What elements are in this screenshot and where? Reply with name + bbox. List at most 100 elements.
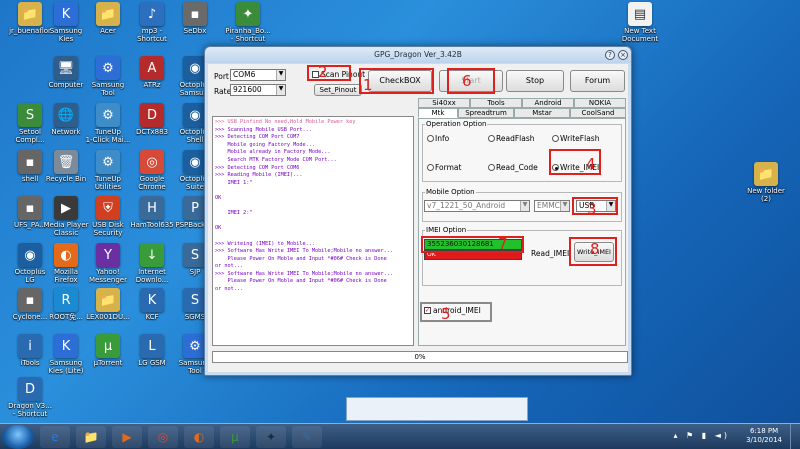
kies-icon: K [54, 2, 78, 26]
window-titlebar[interactable]: GPG_Dragon Ver_3.42B ? × [205, 47, 631, 63]
port-select[interactable]: COM6 ▼ [230, 69, 286, 81]
folder-icon: 📁 [96, 288, 120, 312]
text-document-icon: ▤ [628, 2, 652, 26]
radio-dot [488, 164, 495, 171]
dct-icon: D [140, 103, 164, 127]
forum-button[interactable]: Forum [570, 70, 625, 92]
log-line: >>> Detecting COM Port COM6 [215, 164, 300, 171]
tab-android[interactable]: Android [522, 98, 574, 108]
log-line: >>> USB Pinfind No need,Hold Mobile Powe… [215, 119, 356, 125]
stop-button[interactable]: Stop [506, 70, 564, 92]
computer-icon: 🖥 [54, 56, 78, 80]
annotation-number-6: 6 [462, 72, 472, 90]
radio-read-code[interactable]: Read_Code [488, 163, 538, 172]
mobile-model-select[interactable]: v7_1221_50_Android ▼ [424, 200, 530, 212]
window-title: GPG_Dragon Ver_3.42B [374, 50, 462, 59]
tab-mtk[interactable]: Mtk [418, 108, 458, 118]
close-icon[interactable]: × [618, 50, 628, 60]
log-line: >>> Scanning Mobile USB Port... [215, 126, 312, 133]
idm-icon: ↓ [140, 243, 164, 267]
taskbar-firefox-icon[interactable]: ◐ [184, 426, 214, 448]
annotation-number-7: 7 [498, 235, 508, 253]
set-pinout-button[interactable]: Set_Pinout [314, 84, 362, 96]
desktop-icon-label: New folder (2) [747, 187, 785, 203]
log-line: or not... [215, 263, 244, 270]
log-line: >>> Reading Mobile (IMEI)... [215, 172, 303, 179]
taskbar-paint-icon[interactable]: ✎ [292, 426, 322, 448]
port-label: Port [214, 72, 229, 81]
radio-info-label: Info [435, 134, 450, 143]
folder-icon: ▪ [183, 2, 207, 26]
log-line: >>> Writeing (IMEI) to Mobile... [215, 240, 315, 247]
usb-security-icon: ⛨ [96, 196, 120, 220]
radio-format-label: Format [435, 163, 462, 172]
radio-writeflash-label: WriteFlash [560, 134, 600, 143]
radio-readflash[interactable]: ReadFlash [488, 134, 535, 143]
tab-mstar[interactable]: Mstar [514, 108, 570, 118]
hamtool-icon: H [140, 196, 164, 220]
checkbox-button[interactable]: CheckBOX [368, 70, 432, 92]
taskbar-media-player-icon[interactable]: ▶ [112, 426, 142, 448]
tab-nokia[interactable]: NOKIA [574, 98, 626, 108]
radio-readflash-label: ReadFlash [496, 134, 535, 143]
scan-pinout-label: Scan Pinout [321, 70, 366, 79]
clock[interactable]: 6:18 PM 3/10/2014 [746, 427, 782, 445]
tab-spreadtrum[interactable]: Spreadtrum [458, 108, 514, 118]
yahoo-icon: Y [96, 243, 120, 267]
annotation-number-3: 3 [587, 200, 597, 218]
show-desktop-button[interactable] [790, 424, 800, 449]
radio-read-code-label: Read_Code [496, 163, 538, 172]
desktop-icon-dragon-icon[interactable]: D Dragon V3... - Shortcut [2, 377, 58, 418]
radio-dot [427, 135, 434, 142]
firefox-icon: ◐ [54, 243, 78, 267]
taskbar-explorer-icon[interactable]: 📁 [76, 426, 106, 448]
taskbar-ie-icon[interactable]: e [40, 426, 70, 448]
tray-icons[interactable]: ▴ ⚑ ▮ ◄) [674, 431, 731, 440]
android-imei-checkbox[interactable]: ✓ android_IMEI [424, 306, 481, 315]
desktop-icon-piranha-icon[interactable]: ✦ Piranha_Bo... - Shortcut [220, 2, 276, 43]
annotation-number-1: 1 [363, 76, 373, 94]
taskbar-chrome-icon[interactable]: ◎ [148, 426, 178, 448]
utorrent-icon: µ [96, 334, 120, 358]
tuneup-utilities-icon: ⚙ [96, 150, 120, 174]
read-imei-button[interactable]: Read_IMEI [531, 249, 569, 258]
tuneup-icon: ⚙ [96, 103, 120, 127]
tab-coolsand[interactable]: CoolSand [570, 108, 626, 118]
rate-select[interactable]: 921600 ▼ [230, 84, 286, 96]
desktop-icon-folder-icon[interactable]: 📁 New folder (2) [738, 162, 794, 203]
log-line: >>> Software Has Write IMEI To Mobile;Mo… [215, 248, 394, 255]
clock-date: 3/10/2014 [746, 436, 782, 444]
background-window[interactable] [346, 397, 528, 421]
radio-writeflash[interactable]: WriteFlash [552, 134, 599, 143]
annotation-number-2: 2 [318, 63, 328, 81]
clock-time: 6:18 PM [749, 427, 779, 435]
gpg-dragon-window[interactable]: GPG_Dragon Ver_3.42B ? × Port COM6 ▼ Rat… [204, 46, 632, 376]
help-icon[interactable]: ? [605, 50, 615, 60]
log-line: Search MTK Factory Mode COM Port... [215, 156, 337, 163]
mp3-icon: ♪ [140, 2, 164, 26]
taskbar-dragon-icon[interactable]: ✦ [256, 426, 286, 448]
mobile-option-title: Mobile Option [425, 188, 476, 196]
start-button[interactable] [2, 425, 34, 449]
imei-option-title: IMEI Option [425, 226, 468, 234]
chevron-down-icon: ▼ [606, 201, 615, 211]
desktop-icon-folder-icon[interactable]: ▪ SeDbx [167, 2, 223, 35]
radio-dot [488, 135, 495, 142]
rate-label: Rate [214, 87, 232, 96]
taskbar-utorrent-icon[interactable]: µ [220, 426, 250, 448]
port-value: COM6 [233, 70, 256, 79]
operation-option-title: Operation Option [425, 120, 488, 128]
radio-format[interactable]: Format [427, 163, 461, 172]
log-line: Mobile already in Factory Mode... [215, 149, 331, 156]
log-output[interactable]: >>> USB Pinfind No need,Hold Mobile Powe… [212, 116, 414, 346]
tab-si40xx[interactable]: Si40xx [418, 98, 470, 108]
mobile-chip-select[interactable]: EMMC ▼ [534, 200, 570, 212]
radio-info[interactable]: Info [427, 134, 449, 143]
desktop-icon-text-document-icon[interactable]: ▤ New Text Document [612, 2, 668, 43]
root-icon: R [54, 288, 78, 312]
tab-tools[interactable]: Tools [470, 98, 522, 108]
annotation-number-4: 4 [586, 155, 596, 173]
